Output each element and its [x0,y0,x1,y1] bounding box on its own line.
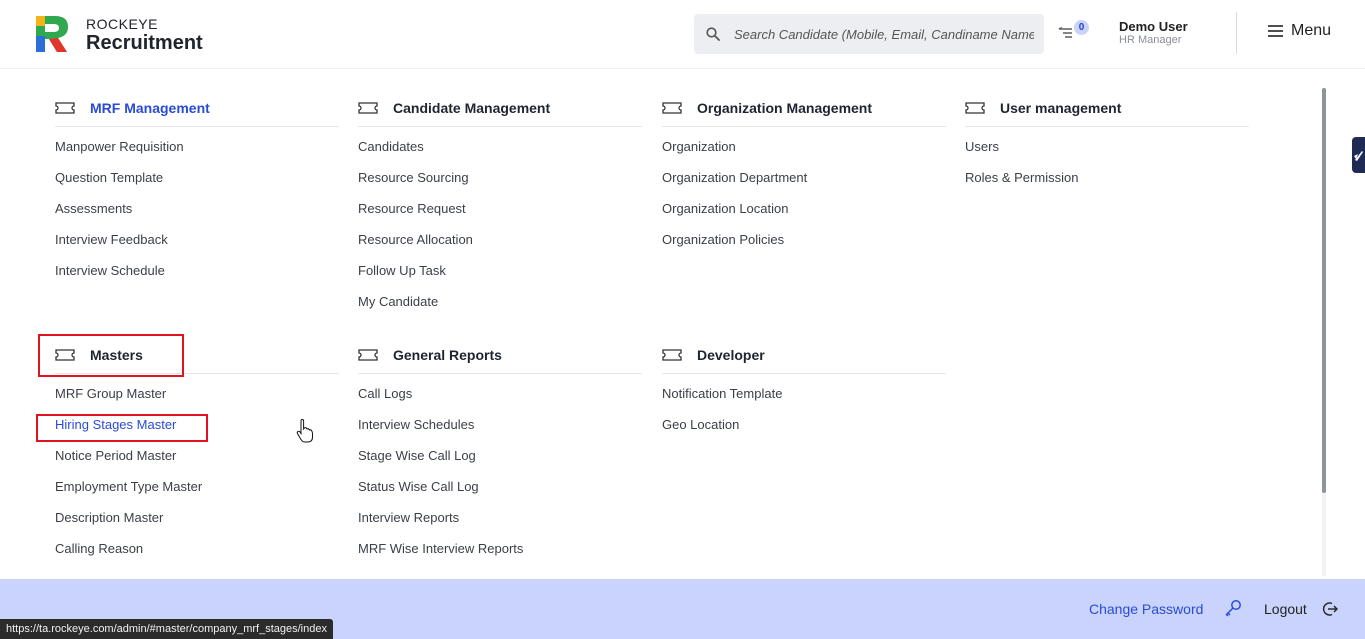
notification-count-badge: 0 [1074,20,1089,35]
rocket-icon [1354,151,1363,161]
menu-item-roles-permission[interactable]: Roles & Permission [965,162,1249,193]
menu-item-call-logs[interactable]: Call Logs [358,378,642,409]
top-header: ROCKEYE Recruitment 0 Demo User HR Manag… [0,0,1365,69]
ticket-icon [662,348,682,361]
ticket-icon [358,348,378,361]
change-password-link[interactable]: Change Password [1089,601,1203,617]
user-role: HR Manager [1119,34,1182,46]
notification-list-icon [1058,26,1072,38]
section-header[interactable]: MRF Management [55,89,339,127]
logout-link[interactable]: Logout [1264,601,1307,617]
menu-item-employment-type-master[interactable]: Employment Type Master [55,471,339,502]
search-bar [694,14,1044,54]
section-mrf-management: MRF Management Manpower Requisition Ques… [55,89,339,286]
menu-item-mrf-wise-interview-reports[interactable]: MRF Wise Interview Reports [358,533,642,564]
section-title: Developer [697,346,765,363]
search-input[interactable] [734,26,1034,42]
section-candidate-management: Candidate Management Candidates Resource… [358,89,642,317]
section-title: MRF Management [90,99,210,116]
menu-item-interview-feedback[interactable]: Interview Feedback [55,224,339,255]
brand-name: ROCKEYE Recruitment [86,16,203,54]
section-general-reports: General Reports Call Logs Interview Sche… [358,336,642,564]
section-header[interactable]: General Reports [358,336,642,374]
header-divider [1236,12,1237,54]
user-name: Demo User [1119,19,1188,34]
section-title: User management [1000,99,1122,116]
section-organization-management: Organization Management Organization Org… [662,89,946,255]
menu-item-mrf-group-master[interactable]: MRF Group Master [55,378,339,409]
menu-item-description-master[interactable]: Description Master [55,502,339,533]
brand-top-text: ROCKEYE [86,16,158,32]
menu-item-geo-location[interactable]: Geo Location [662,409,946,440]
user-profile[interactable]: Demo User HR Manager [1119,19,1188,47]
ticket-icon [358,101,378,114]
menu-item-resource-sourcing[interactable]: Resource Sourcing [358,162,642,193]
section-developer: Developer Notification Template Geo Loca… [662,336,946,440]
side-widget-tab[interactable] [1352,137,1365,173]
section-title: General Reports [393,346,502,363]
menu-label: Menu [1291,22,1332,39]
mega-menu: MRF Management Manpower Requisition Ques… [0,69,1365,579]
menu-item-interview-schedule[interactable]: Interview Schedule [55,255,339,286]
menu-item-manpower-requisition[interactable]: Manpower Requisition [55,131,339,162]
notification-button[interactable]: 0 [1058,20,1092,44]
menu-item-resource-request[interactable]: Resource Request [358,193,642,224]
menu-item-organization-location[interactable]: Organization Location [662,193,946,224]
menu-item-candidates[interactable]: Candidates [358,131,642,162]
brand-main-text: Recruitment [86,32,203,54]
highlight-masters-box [38,334,184,377]
menu-item-follow-up-task[interactable]: Follow Up Task [358,255,642,286]
highlight-hiring-stages-box [36,414,208,442]
menu-item-my-candidate[interactable]: My Candidate [358,286,642,317]
hand-cursor-icon [296,419,313,443]
menu-item-notification-template[interactable]: Notification Template [662,378,946,409]
logout-icon[interactable] [1322,601,1338,617]
menu-item-resource-allocation[interactable]: Resource Allocation [358,224,642,255]
section-header[interactable]: Developer [662,336,946,374]
menu-button[interactable]: Menu [1268,22,1331,40]
ticket-icon [662,101,682,114]
ticket-icon [55,101,75,114]
menu-item-interview-schedules[interactable]: Interview Schedules [358,409,642,440]
menu-item-organization[interactable]: Organization [662,131,946,162]
hamburger-icon [1268,25,1283,37]
section-header[interactable]: Organization Management [662,89,946,127]
menu-item-users[interactable]: Users [965,131,1249,162]
search-icon [706,27,720,41]
section-header[interactable]: User management [965,89,1249,127]
menu-item-calling-reason[interactable]: Calling Reason [55,533,339,564]
section-title: Candidate Management [393,99,551,116]
menu-item-stage-wise-call-log[interactable]: Stage Wise Call Log [358,440,642,471]
menu-item-question-template[interactable]: Question Template [55,162,339,193]
scrollbar-thumb[interactable] [1322,88,1326,493]
menu-item-interview-reports[interactable]: Interview Reports [358,502,642,533]
section-header[interactable]: Candidate Management [358,89,642,127]
section-user-management: User management Users Roles & Permission [965,89,1249,193]
menu-item-status-wise-call-log[interactable]: Status Wise Call Log [358,471,642,502]
section-title: Organization Management [697,99,873,116]
menu-item-organization-department[interactable]: Organization Department [662,162,946,193]
browser-status-url: https://ta.rockeye.com/admin/#master/com… [0,619,333,639]
key-icon[interactable] [1224,599,1242,617]
ticket-icon [965,101,985,114]
menu-item-assessments[interactable]: Assessments [55,193,339,224]
menu-item-organization-policies[interactable]: Organization Policies [662,224,946,255]
rockeye-logo[interactable] [33,12,71,54]
menu-item-notice-period-master[interactable]: Notice Period Master [55,440,339,471]
